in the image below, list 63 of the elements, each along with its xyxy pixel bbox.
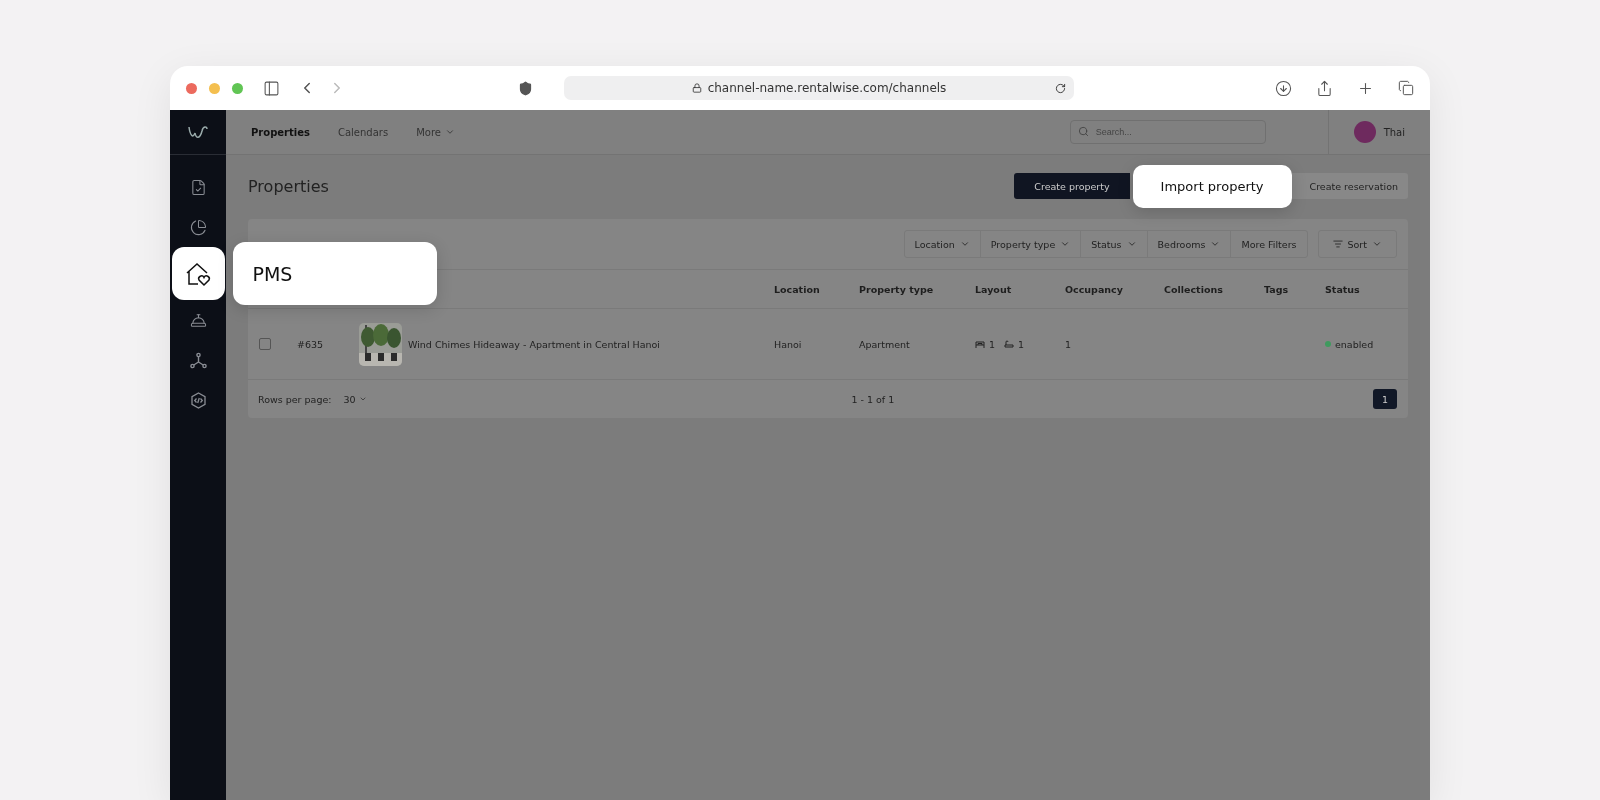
caret-icon	[358, 395, 367, 403]
column-header[interactable]: Layout	[975, 283, 1065, 295]
logo-icon[interactable]	[187, 123, 209, 141]
tooltip-callout: PMS	[232, 242, 437, 305]
caret-icon	[1372, 239, 1382, 249]
table-cell-text: 1	[1065, 338, 1073, 350]
filter-button[interactable]: Status	[1080, 231, 1147, 257]
document-check-icon	[189, 178, 207, 196]
filter-button[interactable]: Bedrooms	[1146, 231, 1231, 257]
sort-button[interactable]: Sort	[1318, 231, 1396, 257]
caret-icon	[959, 239, 970, 249]
action-button[interactable]: Create reservation	[1291, 173, 1408, 199]
filter-button[interactable]: More Filters	[1230, 231, 1307, 257]
code-badge-icon	[189, 391, 207, 409]
status-text: enabled	[1335, 338, 1374, 350]
column-header[interactable]: Tags	[1264, 283, 1325, 295]
lock-icon	[691, 83, 702, 93]
close-window-button[interactable]	[186, 82, 197, 94]
table-cell-text: Apartment	[859, 338, 911, 350]
caret-icon	[444, 127, 455, 137]
address-bar[interactable]: channel-name.rentalwise.com/channels	[564, 76, 1074, 100]
bed-icon	[975, 339, 985, 349]
column-header[interactable]: Collections	[1164, 283, 1264, 295]
tabs-overview-icon[interactable]	[1398, 80, 1414, 96]
column-header[interactable]: Status	[1325, 283, 1408, 295]
column-header[interactable]: Property type	[859, 283, 975, 295]
sort-icon	[1332, 239, 1343, 249]
reload-icon[interactable]	[1055, 82, 1066, 94]
download-icon[interactable]	[1275, 79, 1292, 97]
shield-icon[interactable]	[518, 80, 533, 96]
column-header[interactable]: Occupancy	[1065, 283, 1164, 295]
filter-button[interactable]: Property type	[979, 231, 1081, 257]
pagination-range: 1 - 1 of 1	[851, 393, 895, 405]
share-icon[interactable]	[1316, 79, 1333, 97]
page-button[interactable]: 1	[1373, 389, 1397, 409]
property-name[interactable]: Wind Chimes Hideaway - Apartment in Central Hanoi	[408, 338, 660, 350]
bathtub-icon	[1004, 339, 1015, 349]
action-button[interactable]: Import property	[1132, 164, 1292, 208]
user-name: Thai	[1383, 126, 1405, 138]
table-cell-text: #635	[297, 338, 325, 350]
action-button[interactable]: Create property	[1014, 173, 1130, 199]
row-checkbox[interactable]	[259, 338, 271, 350]
pie-chart-icon	[189, 218, 207, 236]
user-avatar[interactable]	[1353, 121, 1376, 143]
table-cell-text: Hanoi	[774, 338, 803, 350]
nav-link[interactable]: More	[416, 126, 455, 138]
column-header[interactable]: Location	[774, 283, 859, 295]
page-title: Properties	[248, 176, 329, 196]
caret-icon	[1210, 239, 1221, 249]
nav-link[interactable]: Properties	[251, 126, 310, 138]
service-bell-icon	[189, 311, 207, 329]
nodes-icon	[189, 351, 207, 369]
caret-icon	[1060, 239, 1071, 249]
rows-per-page-label: Rows per page:	[258, 393, 332, 405]
rows-per-page-select[interactable]: 30	[337, 392, 373, 406]
sidebar-toggle-icon[interactable]	[263, 79, 280, 97]
caret-icon	[1126, 239, 1137, 249]
search-icon	[1077, 126, 1089, 137]
filter-button[interactable]: Location	[904, 231, 980, 257]
nav-link[interactable]: Calendars	[337, 126, 389, 138]
bathroom-count: 1	[1018, 338, 1025, 350]
url-text: channel-name.rentalwise.com/channels	[707, 81, 947, 95]
bedroom-count: 1	[989, 338, 996, 350]
